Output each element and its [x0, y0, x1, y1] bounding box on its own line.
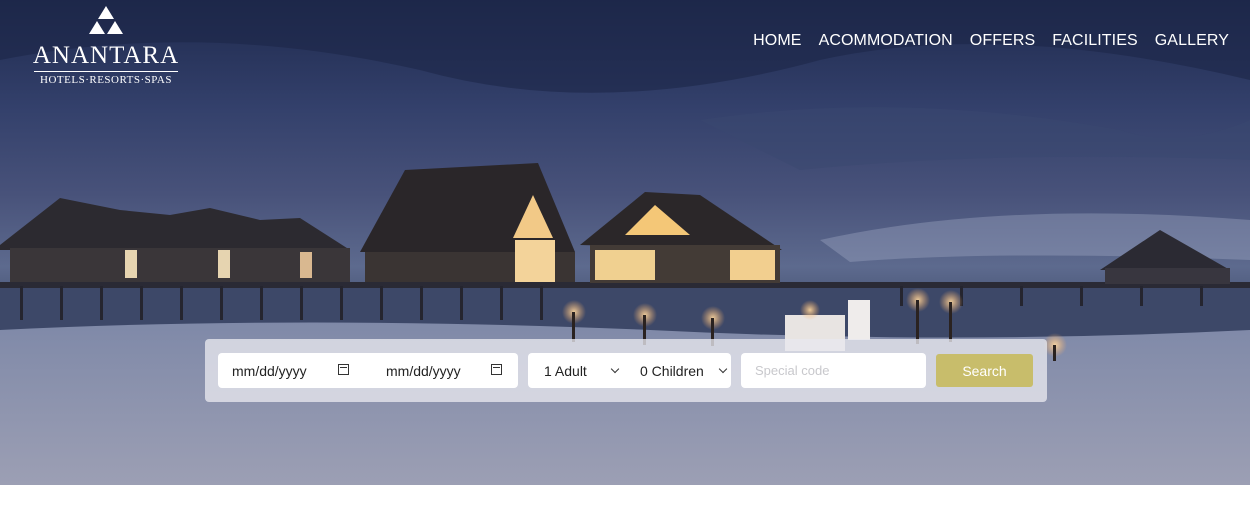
- nav-offers[interactable]: OFFERS: [970, 32, 1036, 50]
- calendar-icon[interactable]: [491, 364, 502, 375]
- nav-facilities[interactable]: FACILITIES: [1052, 32, 1137, 50]
- special-code-field: [741, 353, 926, 388]
- search-button[interactable]: Search: [936, 354, 1033, 387]
- nav-gallery[interactable]: GALLERY: [1155, 32, 1229, 50]
- children-select-value: 0 Children: [640, 362, 704, 379]
- nav-accommodation[interactable]: ACOMMODATION: [819, 32, 953, 50]
- chevron-down-icon[interactable]: [610, 364, 620, 374]
- checkout-date-text: mm/dd/yyyy: [386, 362, 461, 379]
- checkin-date-input[interactable]: mm/dd/yyyy: [232, 353, 307, 388]
- anantara-logo-icon: [89, 6, 123, 34]
- calendar-icon[interactable]: [338, 364, 349, 375]
- resort-scene-image: [0, 0, 1250, 485]
- chevron-down-icon[interactable]: [718, 364, 728, 374]
- booking-bar: mm/dd/yyyy mm/dd/yyyy 1 Adult 0 Children…: [205, 339, 1047, 402]
- nav-home[interactable]: HOME: [753, 32, 801, 50]
- adults-select-value: 1 Adult: [544, 362, 587, 379]
- guests-field: 1 Adult 0 Children: [528, 353, 731, 388]
- date-range-field: mm/dd/yyyy mm/dd/yyyy: [218, 353, 518, 388]
- hero-banner: ANANTARA HOTELS·RESORTS·SPAS HOME ACOMMO…: [0, 0, 1250, 485]
- children-select[interactable]: 0 Children: [640, 353, 704, 388]
- brand-tagline: HOTELS·RESORTS·SPAS: [34, 71, 178, 86]
- brand-logo[interactable]: ANANTARA HOTELS·RESORTS·SPAS: [30, 6, 182, 86]
- special-code-input[interactable]: [741, 362, 922, 379]
- brand-name: ANANTARA: [32, 42, 180, 69]
- checkout-date-input[interactable]: mm/dd/yyyy: [386, 353, 461, 388]
- adults-select[interactable]: 1 Adult: [544, 353, 587, 388]
- main-navigation: HOME ACOMMODATION OFFERS FACILITIES GALL…: [753, 32, 1229, 50]
- checkin-date-text: mm/dd/yyyy: [232, 362, 307, 379]
